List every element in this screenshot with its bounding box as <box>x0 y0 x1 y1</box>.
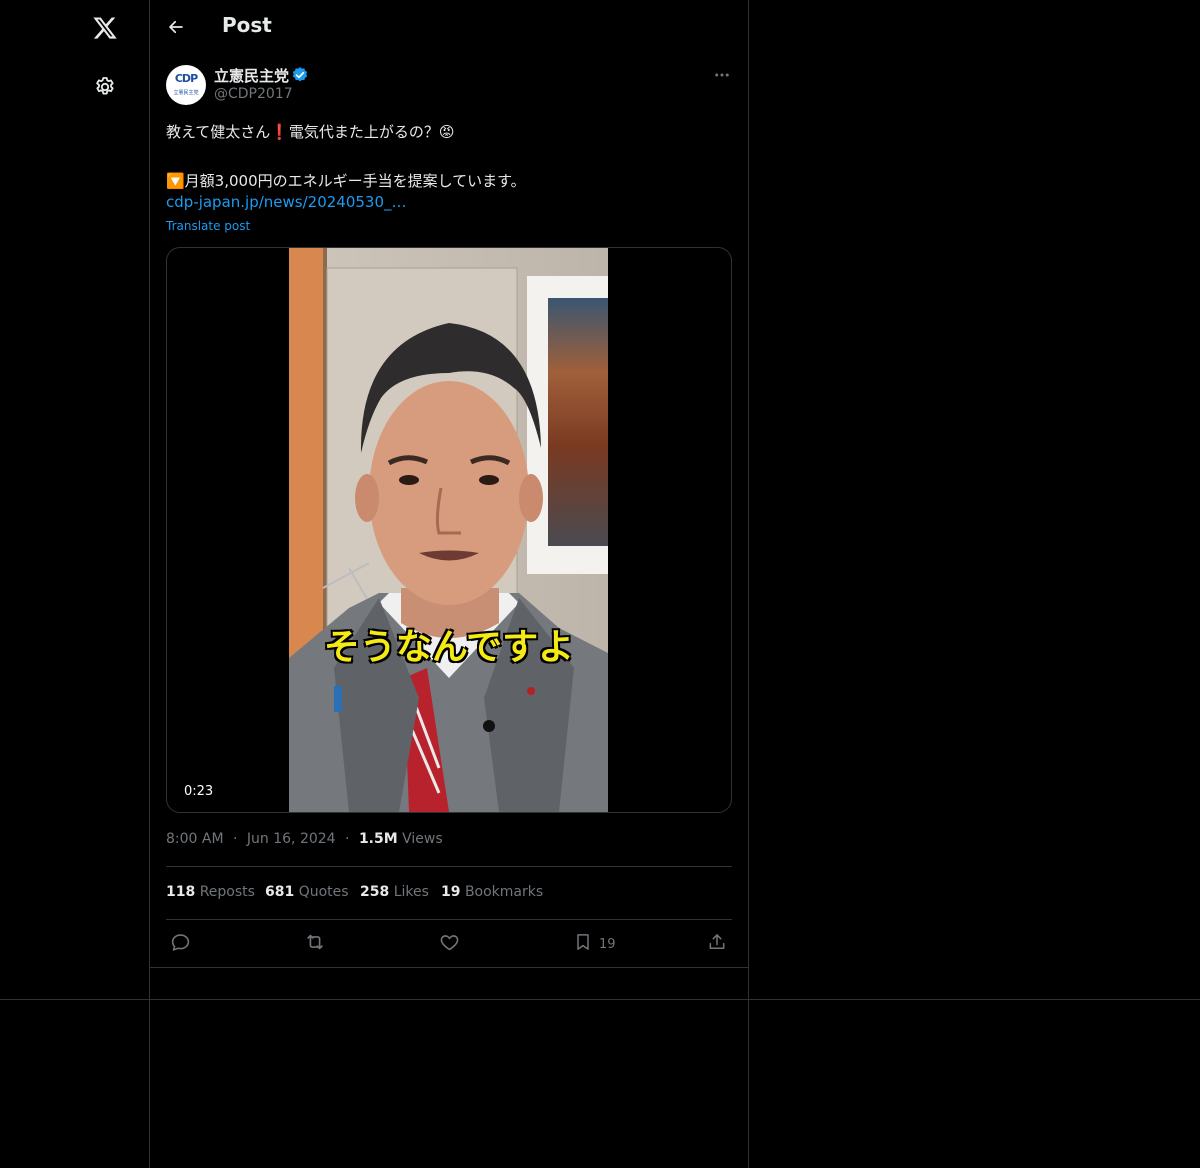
post-bottom-divider <box>150 967 748 968</box>
verified-badge-icon <box>291 66 309 84</box>
post-date[interactable]: Jun 16, 2024 <box>247 831 336 847</box>
author-handle[interactable]: @CDP2017 <box>214 86 293 102</box>
video-duration: 0:23 <box>179 783 219 800</box>
views-separator: · <box>345 831 350 847</box>
reposts-stat[interactable]: 118 Reposts <box>166 884 255 900</box>
post-text-line-2: 🔽月額3,000円のエネルギー手当を提案しています。 <box>166 172 526 190</box>
repost-button[interactable] <box>304 930 326 958</box>
quotes-stat[interactable]: 681 Quotes <box>265 884 349 900</box>
bookmarks-label: Bookmarks <box>464 884 544 900</box>
share-icon <box>707 932 727 956</box>
bookmark-icon <box>573 932 593 956</box>
translate-post-link[interactable]: Translate post <box>166 219 250 233</box>
video-frame <box>289 248 608 812</box>
main-column-divider <box>748 0 749 1168</box>
bookmark-action-count: 19 <box>599 936 616 952</box>
likes-count: 258 <box>360 884 390 900</box>
video-player[interactable]: そうなんですよ 0:23 <box>166 247 732 813</box>
video-caption: そうなんですよ <box>323 626 575 669</box>
quotes-label: Quotes <box>298 884 349 900</box>
bookmark-button[interactable]: 19 <box>573 930 616 958</box>
page-title: Post <box>222 13 272 37</box>
post-link[interactable]: cdp-japan.jp/news/20240530_… <box>166 193 407 211</box>
reposts-count: 118 <box>166 884 196 900</box>
reply-button[interactable] <box>170 930 191 958</box>
bookmarks-count: 19 <box>441 884 461 900</box>
stats-divider <box>166 919 732 920</box>
reply-icon <box>170 932 191 957</box>
repost-icon <box>304 931 326 957</box>
heart-icon <box>439 932 460 957</box>
post-time[interactable]: 8:00 AM <box>166 831 224 847</box>
x-logo-icon[interactable] <box>85 8 125 48</box>
post-timestamp: 8:00 AM · Jun 16, 2024 · 1.5M Views <box>166 831 443 847</box>
bookmarks-stat[interactable]: 19 Bookmarks <box>441 884 543 900</box>
views-count: 1.5M <box>358 831 398 847</box>
avatar-logo-text: CDP <box>174 72 198 85</box>
avatar[interactable]: CDP 立憲民主党 <box>166 65 206 105</box>
likes-label: Likes <box>393 884 429 900</box>
left-column-divider <box>149 0 150 1168</box>
like-button[interactable] <box>439 930 460 958</box>
gear-icon[interactable] <box>85 67 125 107</box>
likes-stat[interactable]: 258 Likes <box>360 884 429 900</box>
timestamp-divider <box>166 866 732 867</box>
post-text-line-1: 教えて健太さん❗電気代また上がるの？😡 <box>166 123 455 141</box>
section-divider <box>0 999 1200 1000</box>
views-label: Views <box>402 831 443 847</box>
quotes-count: 681 <box>265 884 295 900</box>
author-name[interactable]: 立憲民主党 <box>214 65 289 86</box>
share-button[interactable] <box>707 930 727 958</box>
timestamp-separator: · <box>233 831 238 847</box>
avatar-subtext: 立憲民主党 <box>173 90 199 96</box>
more-options-icon[interactable] <box>708 63 736 87</box>
back-arrow-icon[interactable] <box>160 11 192 43</box>
reposts-label: Reposts <box>199 884 255 900</box>
